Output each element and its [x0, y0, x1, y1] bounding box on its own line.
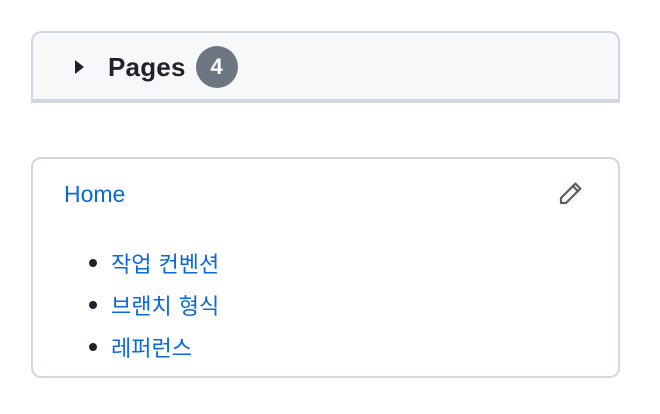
triangle-right-icon — [75, 60, 84, 74]
sidebar-link[interactable]: 브랜치 형식 — [111, 289, 219, 321]
wiki-sidebar: Home 작업 컨벤션 브랜치 형식 레퍼런스 — [31, 157, 620, 378]
bullet — [89, 343, 97, 351]
sidebar-list: 작업 컨벤션 브랜치 형식 레퍼런스 — [89, 242, 219, 368]
pencil-icon — [559, 182, 582, 205]
pages-title: Pages — [108, 51, 186, 82]
list-item: 작업 컨벤션 — [89, 242, 219, 284]
sidebar-link[interactable]: 레퍼런스 — [111, 331, 192, 363]
list-item: 브랜치 형식 — [89, 284, 219, 326]
bullet — [89, 259, 97, 267]
pages-count-badge: 4 — [195, 46, 238, 88]
bullet — [89, 301, 97, 309]
pages-panel: Pages 4 — [31, 31, 620, 103]
edit-sidebar-button[interactable] — [555, 177, 587, 209]
sidebar-link[interactable]: 작업 컨벤션 — [111, 247, 219, 279]
home-link[interactable]: Home — [64, 179, 125, 209]
list-item: 레퍼런스 — [89, 326, 219, 368]
pages-toggle[interactable]: Pages 4 — [75, 33, 238, 101]
